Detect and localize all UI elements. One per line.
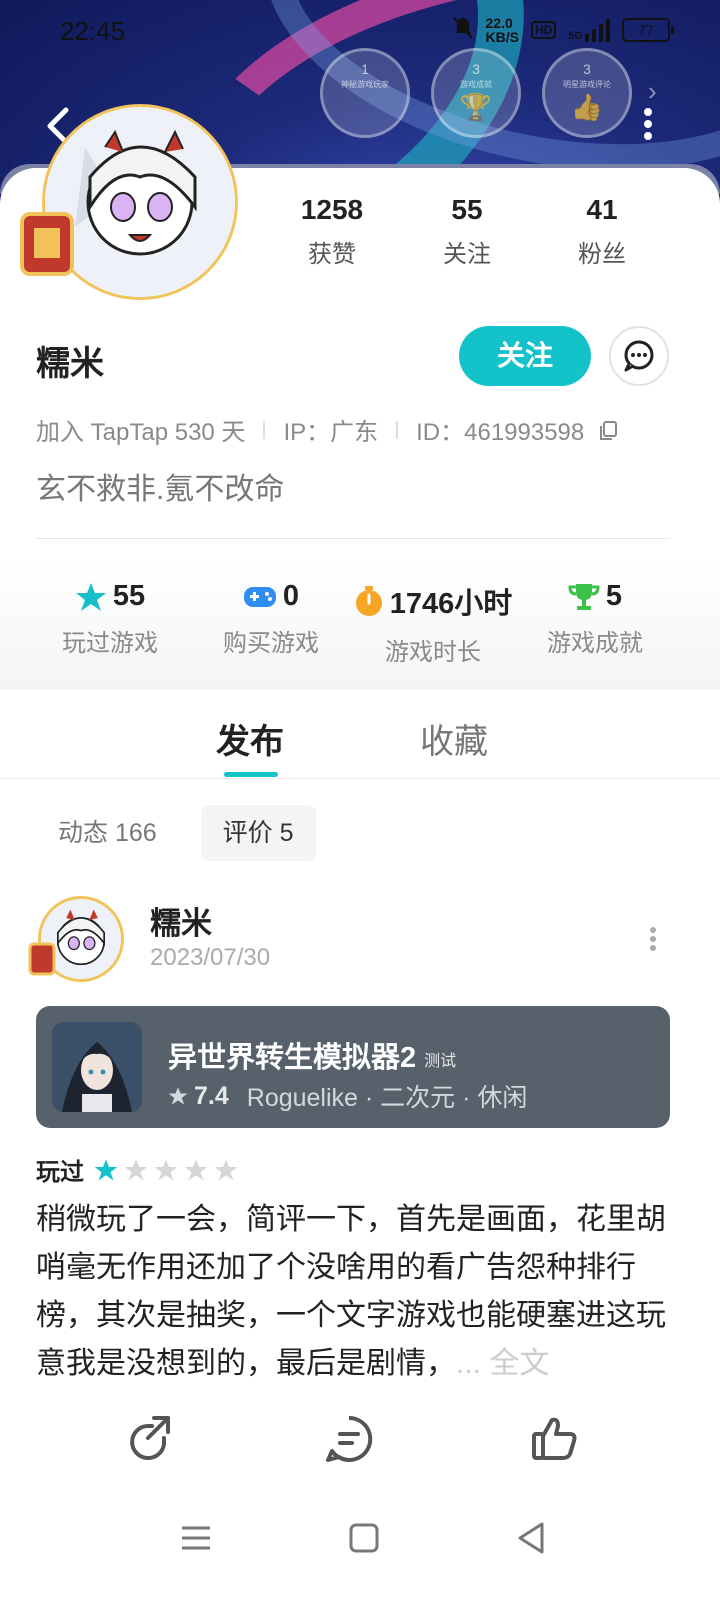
profile-meta: 加入 TapTap 530 天 IP：广东 ID：461993598 <box>36 412 618 447</box>
menu-button[interactable] <box>176 1518 216 1558</box>
read-more-link[interactable]: ... 全文 <box>456 1347 549 1380</box>
star-icon <box>75 582 106 611</box>
subtabs: 动态 166 评价 5 <box>36 805 316 861</box>
status-time: 22:45 <box>60 16 126 46</box>
tab-posts[interactable]: 发布 <box>216 714 284 763</box>
star-rating <box>94 1158 238 1182</box>
review-rating: 玩过 <box>36 1152 238 1187</box>
review-text[interactable]: 稍微玩了一会，简评一下，首先是画面，花里胡哨毫无作用还加了个没啥用的看广告怨种排… <box>36 1196 676 1388</box>
badge-3[interactable]: 3 明星游戏评论 👍 <box>542 48 632 138</box>
mute-icon <box>452 16 474 44</box>
game-genres: Roguelike · 二次元 · 休闲 <box>246 1084 528 1112</box>
game-test-tag: 测试 <box>424 1053 457 1071</box>
star-empty-icon <box>124 1159 148 1180</box>
thumb-up-icon <box>532 1417 577 1460</box>
star-empty-icon <box>154 1159 178 1180</box>
games-played[interactable]: 55 玩过游戏 <box>25 580 195 658</box>
trophy-icon: 🏆 <box>459 92 493 122</box>
post-more-button[interactable] <box>646 924 660 952</box>
menu-icon <box>182 1526 210 1550</box>
joined-days: 加入 TapTap 530 天 <box>36 419 246 446</box>
game-icon <box>52 1022 142 1112</box>
chat-bubble-icon <box>624 340 654 372</box>
content-tabs: 发布 收藏 <box>0 690 720 779</box>
play-time[interactable]: 1746小时 游戏时长 <box>348 580 518 667</box>
ip-location: IP：广东 <box>283 419 379 446</box>
divider <box>36 538 670 539</box>
star-filled-icon <box>94 1159 118 1180</box>
badge-1[interactable]: 1 神秘游戏玩家 <box>320 48 410 138</box>
gamepad-icon <box>243 586 276 607</box>
games-purchased[interactable]: 0 购买游戏 <box>186 580 356 658</box>
thumb-up-icon: 👍 <box>570 92 604 122</box>
home-button[interactable] <box>344 1518 384 1558</box>
profile-name: 糯米 <box>36 345 104 383</box>
system-back-button[interactable] <box>512 1518 552 1558</box>
stat-followers[interactable]: 41 粉丝 <box>542 194 662 269</box>
follow-button[interactable]: 关注 <box>459 326 591 386</box>
comment-icon <box>326 1415 373 1462</box>
battery-icon: 77 <box>622 18 674 42</box>
rating-star-icon <box>168 1087 188 1105</box>
achievements[interactable]: 5 游戏成就 <box>510 580 680 658</box>
like-button[interactable] <box>530 1414 580 1464</box>
game-title: 异世界转生模拟器2 测试 <box>168 1042 457 1074</box>
post-author-name[interactable]: 糯米 <box>150 898 212 943</box>
avatar-frame-decoration <box>28 942 56 976</box>
timer-icon <box>355 586 382 616</box>
star-empty-icon <box>214 1159 238 1180</box>
more-options-button[interactable] <box>636 104 660 144</box>
net-speed: 22.0 KB/S <box>485 15 519 45</box>
badge-2[interactable]: 3 游戏成就 🏆 <box>431 48 521 138</box>
profile-bio: 玄不救非.氪不改命 <box>36 473 285 506</box>
trophy-icon <box>568 583 600 610</box>
home-square-icon <box>349 1523 379 1553</box>
played-label: 玩过 <box>36 1159 84 1186</box>
stat-likes[interactable]: 1258 获赞 <box>272 194 392 269</box>
triangle-back-icon <box>518 1522 544 1554</box>
subtab-moments[interactable]: 动态 166 <box>36 805 179 861</box>
tab-indicator <box>224 772 278 777</box>
post-date: 2023/07/30 <box>150 944 271 971</box>
message-button[interactable] <box>609 326 669 386</box>
profile-stats: 1258 获赞 55 关注 41 粉丝 <box>0 194 720 284</box>
game-meta: 7.4 Roguelike · 二次元 · 休闲 <box>168 1078 527 1114</box>
chevron-right-icon[interactable]: › <box>648 76 657 107</box>
comment-button[interactable] <box>324 1414 374 1464</box>
star-empty-icon <box>184 1159 208 1180</box>
stat-following[interactable]: 55 关注 <box>407 194 527 269</box>
subtab-reviews[interactable]: 评价 5 <box>200 805 316 861</box>
signal-icon: 5G <box>568 18 610 42</box>
post-author-avatar[interactable] <box>28 890 126 982</box>
share-icon <box>130 1416 170 1460</box>
share-button[interactable] <box>124 1414 174 1464</box>
tab-favorites[interactable]: 收藏 <box>420 714 488 763</box>
game-rating: 7.4 <box>194 1081 229 1110</box>
hd-icon: HD <box>530 21 557 39</box>
system-nav-bar <box>0 1490 720 1600</box>
user-id: ID：461993598 <box>416 419 585 446</box>
game-card[interactable]: 异世界转生模拟器2 测试 7.4 Roguelike · 二次元 · 休闲 <box>36 1006 670 1128</box>
copy-icon[interactable] <box>598 420 618 440</box>
post-actions <box>0 1400 720 1480</box>
